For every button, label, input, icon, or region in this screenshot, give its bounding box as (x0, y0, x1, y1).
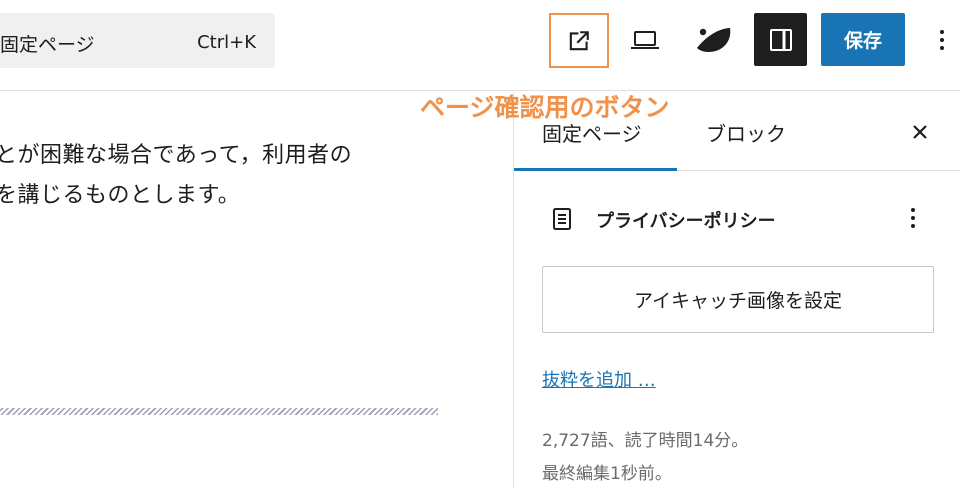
command-palette-title: 固定ページ (0, 34, 95, 56)
annotation-highlight-box (549, 13, 609, 68)
set-featured-image-button[interactable]: アイキャッチ画像を設定 (542, 266, 934, 333)
paragraph-line[interactable]: とが困難な場合であって，利用者の (0, 137, 352, 169)
command-palette-button[interactable]: 固定ページ Ctrl+K (0, 13, 275, 68)
tab-block[interactable]: ブロック (706, 118, 786, 147)
sidebar-panel-icon (769, 28, 792, 51)
jetpack-button[interactable] (686, 13, 742, 67)
word-count-stats: 2,727語、読了時間14分。 (542, 431, 749, 451)
paragraph-line[interactable]: を講じるものとします。 (0, 177, 240, 209)
save-button[interactable]: 保存 (821, 13, 905, 66)
document-actions-button[interactable] (899, 202, 927, 234)
document-title: プライバシーポリシー (596, 211, 776, 232)
block-separator (0, 408, 438, 415)
preview-button[interactable] (617, 13, 673, 67)
document-icon (553, 208, 571, 230)
settings-sidebar-toggle[interactable] (754, 13, 807, 66)
editor-canvas[interactable]: とが困難な場合であって，利用者の を講じるものとします。 (0, 92, 513, 488)
keyboard-shortcut-hint: Ctrl+K (197, 32, 256, 53)
vertical-ellipsis-icon (940, 30, 944, 50)
close-sidebar-button[interactable] (906, 118, 934, 146)
laptop-icon (631, 31, 659, 49)
editor-header: 固定ページ Ctrl+K 保存 (0, 0, 960, 91)
last-modified-text: 最終編集1秒前。 (542, 464, 672, 484)
document-summary: プライバシーポリシー (514, 192, 960, 242)
annotation-label: ページ確認用のボタン (420, 93, 670, 122)
options-menu-button[interactable] (924, 13, 960, 67)
settings-sidebar: 固定ページ ブロック プライバシーポリシー アイキャッチ画像を設定 抜粋を追加 … (513, 92, 960, 488)
jetpack-leaf-icon (697, 28, 731, 52)
view-page-button[interactable] (549, 13, 609, 68)
vertical-ellipsis-icon (911, 208, 915, 228)
add-excerpt-link[interactable]: 抜粋を追加 … (542, 366, 656, 392)
active-tab-indicator (514, 168, 677, 171)
close-icon (913, 125, 927, 139)
